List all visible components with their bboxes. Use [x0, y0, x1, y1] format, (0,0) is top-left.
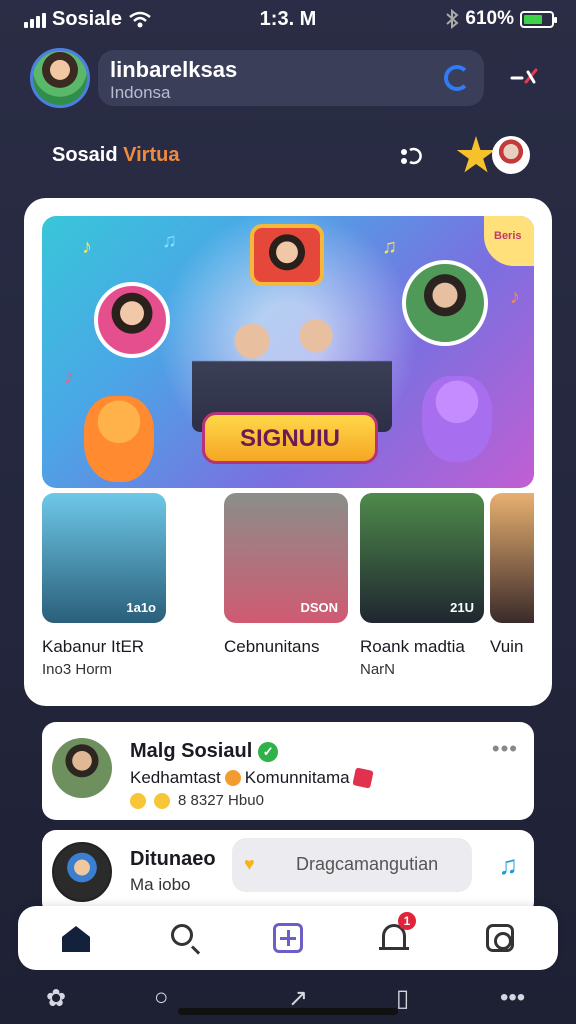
more-options-icon[interactable]: •••	[492, 736, 518, 762]
emoji-icon	[154, 792, 170, 809]
more-icon[interactable]: •••	[500, 984, 525, 1012]
music-note-icon: ♪	[82, 236, 92, 258]
thumbnail-card[interactable]: DSON Cebnunitans	[224, 493, 348, 661]
hero-frame-right	[402, 260, 488, 346]
thumbnail-image: DSON	[224, 493, 348, 623]
reply-input[interactable]: ♥ Dragcamangutian	[232, 838, 472, 892]
section-title: Sosaid Virtua	[52, 144, 179, 167]
profile-location: Indonsa	[110, 83, 171, 102]
brain-icon[interactable]: ✿	[46, 984, 66, 1013]
search-icon	[171, 924, 193, 946]
thumbnail-tag: 21U	[450, 600, 474, 615]
thumbnail-card[interactable]: Vuin	[490, 493, 534, 657]
thumbnail-tag: DSON	[300, 600, 338, 615]
feed-card-title: Ditunaeo	[130, 848, 216, 870]
verified-icon: ✓	[258, 741, 279, 762]
feed-desc-a: Kedhamtast	[130, 768, 221, 787]
home-indicator	[178, 1008, 398, 1015]
notification-badge: 1	[398, 912, 416, 930]
mini-avatar[interactable]	[492, 136, 530, 174]
thumbnail-title: Vuin	[490, 637, 524, 656]
thumbnail-title: Kabanur ItER	[42, 637, 145, 656]
thumbnail-image: 1a1o	[42, 493, 166, 623]
music-note-icon[interactable]: ♫	[499, 850, 519, 881]
thumbnail-title: Roank madtia	[360, 637, 465, 656]
thumbnail-subtitle: NarN	[360, 661, 396, 678]
feed-card-title-row: Malg Sosiaul ✓	[130, 740, 279, 763]
thumbnail-tag: 1a1o	[126, 600, 156, 615]
nav-home[interactable]	[58, 920, 94, 956]
hero-logo: SIGNUIU	[202, 412, 378, 464]
sparkle-icon[interactable]	[508, 62, 540, 92]
profile-avatar[interactable]	[30, 48, 90, 108]
profile-icon	[486, 924, 514, 952]
thumbnail-subtitle: Ino3 Horm	[42, 661, 113, 678]
purple-bear-icon	[422, 376, 492, 462]
badge-icons[interactable]	[456, 132, 532, 180]
feed-card-desc: Ma iobo	[130, 875, 191, 894]
feed-meta-text: 8 8327 Hbu0	[178, 792, 264, 809]
feed-card[interactable]: Ditunaeo Ma iobo ♥ Dragcamangutian ♫	[42, 830, 534, 916]
nav-notifications[interactable]: 1	[376, 912, 416, 956]
thumbnail-row: 1a1o Kabanur ItER Ino3 Horm DSON Cebnuni…	[42, 493, 534, 683]
heart-icon[interactable]: ♥	[244, 854, 255, 875]
nav-profile[interactable]	[482, 920, 518, 956]
status-right: 610%	[445, 8, 557, 30]
hero-banner[interactable]: SIGNUIU Beris ♪ ♫ ♪ ♪ ♫	[42, 216, 534, 488]
thumbnail-card[interactable]: 1a1o Kabanur ItER Ino3 Horm	[42, 493, 166, 678]
thumbnail-image	[490, 493, 534, 623]
hero-frame-left	[94, 282, 170, 358]
avatar[interactable]	[52, 738, 112, 798]
thumbnail-image: 21U	[360, 493, 484, 623]
music-note-icon: ♪	[510, 286, 520, 308]
google-icon[interactable]	[444, 65, 470, 91]
music-note-icon: ♫	[162, 230, 177, 252]
feed-card[interactable]: Malg Sosiaul ✓ Kedhamtast Komunnitama 8 …	[42, 722, 534, 820]
nav-search[interactable]	[166, 920, 202, 956]
feed-card-meta: 8 8327 Hbu0	[130, 792, 264, 809]
section-title-accent: Virtua	[123, 144, 180, 166]
system-bar: ✿ ○ ↗ ▯ •••	[0, 978, 576, 1024]
section-title-main: Sosaid	[52, 144, 118, 166]
feed-card-desc: Kedhamtast Komunnitama	[130, 767, 374, 789]
music-note-icon: ♫	[382, 236, 397, 258]
add-icon	[273, 923, 303, 953]
hero-frame-top	[250, 224, 324, 286]
nav-add[interactable]	[270, 920, 306, 956]
avatar[interactable]	[52, 842, 112, 902]
orange-dot-icon	[224, 770, 241, 786]
profile-pill[interactable]: linbarelksas Indonsa	[98, 50, 484, 106]
star-icon	[456, 136, 496, 173]
battery-fill	[524, 14, 543, 24]
emoji-icon	[130, 792, 146, 809]
thumbnail-title: Cebnunitans	[224, 637, 320, 656]
gift-cube-icon	[351, 767, 374, 789]
bluetooth-icon	[446, 9, 459, 29]
orange-bear-icon	[84, 396, 154, 482]
music-note-icon: ♪	[64, 366, 74, 388]
battery-percent: 610%	[465, 8, 514, 29]
hero-logo-text: SIGNUIU	[239, 425, 340, 452]
battery-icon	[520, 10, 557, 28]
feed-card-title: Malg Sosiaul	[130, 740, 253, 762]
home-icon	[62, 926, 90, 952]
bookmark-icon[interactable]: ▯	[396, 984, 409, 1013]
reply-placeholder: Dragcamangutian	[296, 854, 439, 874]
bottom-nav: 1	[18, 906, 558, 970]
hero-corner-text: Beris	[494, 230, 522, 242]
search-icon[interactable]: ○	[154, 984, 169, 1012]
status-bar: Sosiale 1:3. M 610%	[0, 0, 576, 40]
profile-name: linbarelksas	[110, 57, 238, 82]
feed-desc-b: Komunnitama	[244, 768, 350, 787]
thumbnail-card[interactable]: 21U Roank madtia NarN	[360, 493, 484, 678]
camera-icon[interactable]	[396, 144, 422, 168]
